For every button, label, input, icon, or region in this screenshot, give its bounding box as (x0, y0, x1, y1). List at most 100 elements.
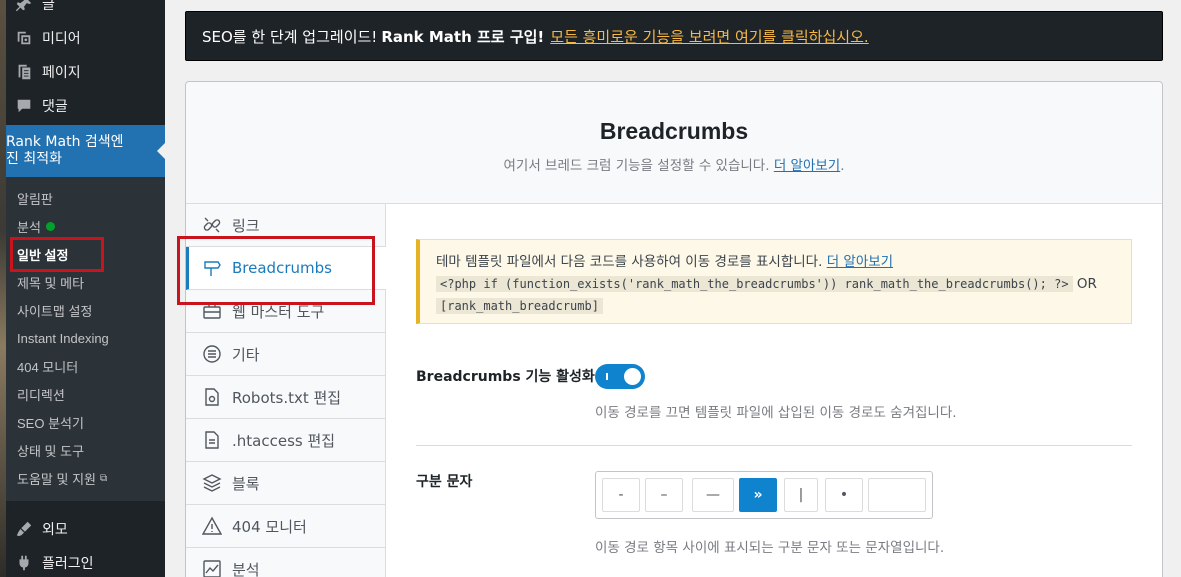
chart-icon (202, 559, 222, 577)
separator-option-em-dash[interactable]: — (692, 478, 734, 512)
menu-label: 댓글 (42, 99, 68, 115)
tab-blocks[interactable]: 블록 (186, 462, 385, 505)
list-icon (202, 344, 222, 364)
submenu-label: 리디렉션 (17, 387, 65, 403)
link-icon (202, 215, 222, 235)
php-code-snippet: <?php if (function_exists('rank_math_the… (436, 276, 1073, 292)
submenu-analytics[interactable]: 분석 (17, 214, 55, 238)
separator-char: | (798, 487, 804, 503)
menu-media[interactable]: 미디어 (6, 21, 165, 55)
menu-pages[interactable]: 페이지 (6, 55, 165, 89)
submenu-titles-meta[interactable]: 제목 및 메타 (17, 270, 84, 294)
submenu-seo-analyzer[interactable]: SEO 분석기 (17, 410, 84, 434)
notice-learn-more-link[interactable]: 더 알아보기 (827, 254, 893, 270)
tab-label: 분석 (232, 560, 260, 577)
learn-more-link[interactable]: 더 알아보기 (774, 158, 840, 174)
separator-char: • (839, 487, 849, 503)
separator-char: » (753, 487, 763, 503)
tab-label: 기타 (232, 345, 260, 364)
menu-comments[interactable]: 댓글 (6, 89, 165, 123)
notice-shortcode-line: [rank_math_breadcrumb] (436, 295, 1131, 317)
banner-bold-text: Rank Math 프로 구입! (381, 27, 545, 46)
highlight-box-general-settings (10, 237, 104, 272)
separator-option-bullet[interactable]: • (825, 478, 863, 512)
enable-breadcrumbs-label: Breadcrumbs 기능 활성화 (416, 369, 595, 385)
menu-rank-math[interactable]: Rank Math 검색엔진 최적화 (6, 125, 165, 177)
separator-option-hyphen[interactable]: - (602, 478, 640, 512)
separator-label: 구분 문자 (416, 474, 473, 490)
menu-plugins[interactable]: 플러그인 (6, 546, 165, 577)
tab-404-monitor[interactable]: 404 모니터 (186, 505, 385, 548)
menu-appearance[interactable]: 외모 (6, 512, 165, 546)
page-title: Breadcrumbs (599, 118, 749, 144)
file-icon (202, 387, 222, 407)
separator-char: - (618, 487, 624, 503)
or-text: OR (1076, 276, 1097, 292)
tab-label: Robots.txt 편집 (232, 388, 342, 407)
highlight-box-breadcrumbs-tab (177, 236, 375, 305)
blocks-icon (202, 473, 222, 493)
menu-label: 글 (42, 0, 55, 13)
menu-label: 플러그인 (42, 556, 94, 572)
notice-text: 테마 템플릿 파일에서 다음 코드를 사용하여 이동 경로를 표시합니다. (436, 254, 823, 270)
media-icon (14, 28, 34, 48)
upgrade-banner: SEO를 한 단계 업그레이드! Rank Math 프로 구입! 모든 흥미로… (185, 11, 1163, 61)
rank-math-submenu: 알림판 분석 일반 설정 제목 및 메타 사이트맵 설정 Instant Ind… (6, 177, 165, 501)
submenu-label: 분석 (17, 219, 41, 235)
menu-label: Rank Math 검색엔진 최적화 (6, 134, 124, 167)
submenu-label: 알림판 (17, 191, 53, 207)
submenu-label: 사이트맵 설정 (17, 303, 93, 319)
submenu-help[interactable]: 도움말 및 지원 ⧉ (17, 466, 107, 490)
notice-code-line: <?php if (function_exists('rank_math_the… (436, 273, 1131, 295)
separator-options: - – — » | • (595, 471, 933, 519)
separator-char: — (706, 487, 720, 503)
brush-icon (14, 519, 34, 539)
tab-label: .htaccess 편집 (232, 431, 336, 450)
tab-label: 링크 (232, 216, 260, 235)
current-menu-arrow (157, 143, 165, 159)
submenu-dashboard[interactable]: 알림판 (17, 186, 53, 210)
tab-others[interactable]: 기타 (186, 333, 385, 376)
doc-icon (202, 430, 222, 450)
separator-custom-input[interactable] (868, 478, 926, 512)
tab-htaccess[interactable]: .htaccess 편집 (186, 419, 385, 462)
submenu-instant-indexing[interactable]: Instant Indexing (17, 326, 109, 350)
separator-option-en-dash[interactable]: – (645, 478, 683, 512)
toggle-on-indicator (606, 373, 608, 380)
submenu-label: 도움말 및 지원 (17, 471, 96, 487)
notice-line: 테마 템플릿 파일에서 다음 코드를 사용하여 이동 경로를 표시합니다. 더 … (436, 251, 1131, 273)
comment-icon (14, 96, 34, 116)
separator-help: 이동 경로 항목 사이에 표시되는 구분 문자 또는 문자열입니다. (595, 540, 945, 556)
separator-option-pipe[interactable]: | (784, 478, 818, 512)
warning-icon (202, 516, 222, 536)
submenu-label: Instant Indexing (17, 330, 109, 346)
banner-upgrade-link[interactable]: 모든 흥미로운 기능을 보려면 여기를 클릭하십시오. (550, 26, 868, 47)
tab-robots[interactable]: Robots.txt 편집 (186, 376, 385, 419)
submenu-label: SEO 분석기 (17, 415, 84, 431)
description-text: 여기서 브레드 크럼 기능을 설정할 수 있습니다. (503, 158, 770, 174)
menu-label: 미디어 (42, 31, 81, 47)
separator-char: – (660, 487, 668, 503)
enable-breadcrumbs-toggle[interactable] (595, 364, 645, 389)
toggle-knob (624, 368, 641, 385)
section-divider (416, 445, 1132, 446)
pin-icon (14, 0, 34, 14)
submenu-redirections[interactable]: 리디렉션 (17, 382, 65, 406)
submenu-label: 404 모니터 (17, 359, 79, 375)
submenu-status-tools[interactable]: 상태 및 도구 (17, 438, 84, 462)
menu-posts[interactable]: 글 (6, 0, 165, 21)
tab-analytics[interactable]: 분석 (186, 548, 385, 577)
submenu-label: 상태 및 도구 (17, 443, 85, 459)
external-link-icon: ⧉ (99, 472, 108, 484)
panel-description: 여기서 브레드 크럼 기능을 설정할 수 있습니다. 더 알아보기. (186, 154, 1162, 174)
page-icon (14, 62, 34, 82)
banner-text: SEO를 한 단계 업그레이드! (202, 27, 378, 46)
submenu-sitemap[interactable]: 사이트맵 설정 (17, 298, 92, 322)
panel-header: Breadcrumbs 여기서 브레드 크럼 기능을 설정할 수 있습니다. 더… (186, 82, 1162, 204)
menu-label: 페이지 (42, 65, 81, 81)
separator-option-raquo[interactable]: » (739, 478, 777, 512)
description-period: . (840, 158, 845, 174)
submenu-404-monitor[interactable]: 404 모니터 (17, 354, 78, 378)
plugin-icon (14, 553, 34, 573)
tab-label: 블록 (232, 474, 260, 493)
